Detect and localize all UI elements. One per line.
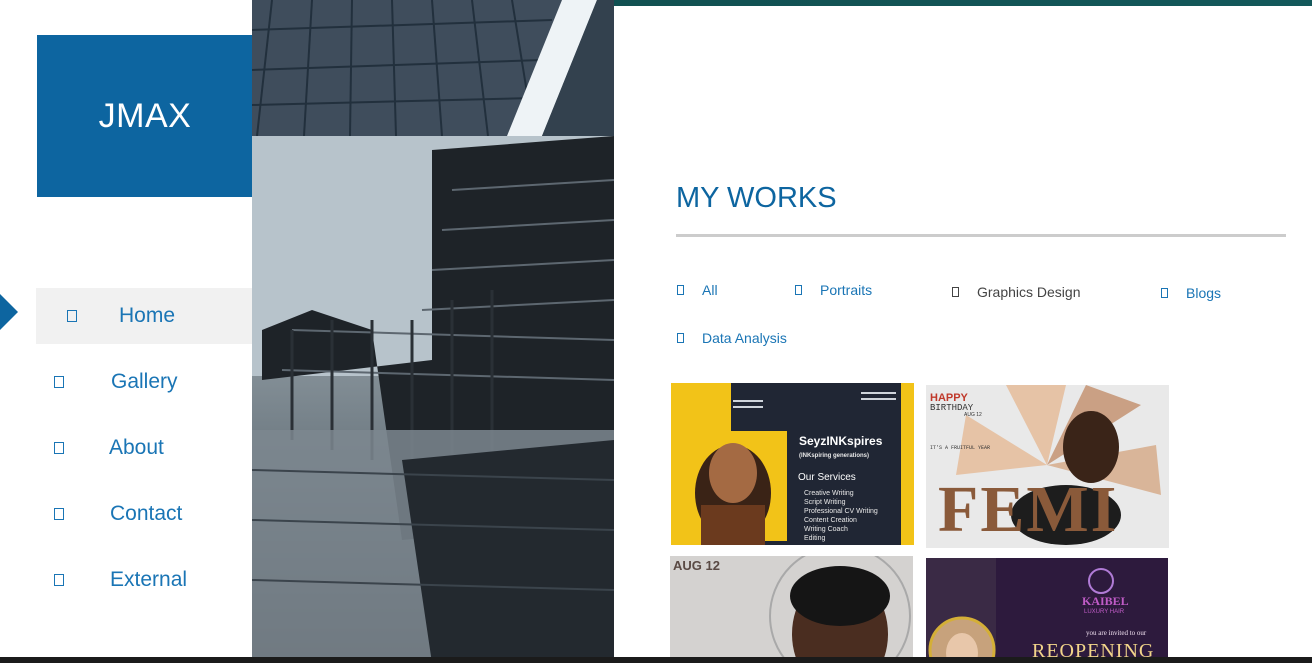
gallery-tile-seyzinkspires[interactable]: SeyzINKspires (INKspiring generations) O… — [671, 383, 914, 545]
page-title: MY WORKS — [676, 182, 837, 214]
nav-item-label: Contact — [110, 502, 183, 525]
filter-portraits[interactable]: Portraits — [795, 282, 872, 298]
nav-item-label: Gallery — [111, 370, 178, 393]
tile4-brand: KAIBEL — [1082, 594, 1129, 608]
bottom-strip — [0, 657, 1312, 663]
tile1-services-list: Creative Writing Script Writing Professi… — [804, 489, 878, 543]
service-item: Professional CV Writing — [804, 508, 878, 515]
gallery-icon — [54, 376, 64, 388]
filter-graphics-design[interactable]: Graphics Design — [952, 284, 1081, 300]
tile4-sub: LUXURY HAIR — [1084, 609, 1125, 615]
active-indicator-arrow — [0, 294, 18, 330]
nav-item-home[interactable]: Home — [36, 288, 252, 344]
nav-item-label: About — [109, 436, 164, 459]
title-divider — [676, 234, 1286, 237]
gallery-tile-portrait[interactable]: AUG 12 — [670, 556, 913, 663]
gallery-tile-kaibel[interactable]: KAIBEL LUXURY HAIR you are invited to ou… — [926, 558, 1168, 663]
filter-blogs[interactable]: Blogs — [1161, 285, 1221, 301]
about-icon — [54, 442, 64, 454]
service-item: Writing Coach — [804, 526, 848, 533]
gallery-tile-happy-birthday[interactable]: HAPPY BIRTHDAY AUG 12 IT'S A FRUITFUL YE… — [926, 385, 1169, 548]
logo[interactable]: JMAX — [37, 35, 253, 197]
hero-architecture-graphic — [252, 0, 614, 663]
filter-portraits-icon — [795, 285, 802, 295]
hero-image — [252, 0, 614, 663]
tile2-tagline: IT'S A FRUITFUL YEAR — [930, 445, 991, 451]
tile2-date: AUG 12 — [964, 412, 982, 418]
nav-item-label: Home — [119, 304, 176, 327]
service-item: Editing — [804, 535, 826, 542]
filter-data-analysis[interactable]: Data Analysis — [677, 330, 787, 346]
filter-label: Blogs — [1186, 285, 1222, 301]
tile2-name: FEMI — [938, 473, 1119, 546]
filter-label: Graphics Design — [977, 284, 1081, 300]
external-icon — [54, 574, 64, 586]
filter-all-icon — [677, 285, 684, 295]
logo-text: JMAX — [98, 96, 192, 135]
nav-item-label: External — [110, 568, 188, 591]
nav-item-about[interactable]: About — [36, 420, 252, 476]
filter-label: All — [702, 282, 718, 298]
tile4-invite: you are invited to our — [1086, 629, 1147, 637]
tile1-services-title: Our Services — [798, 472, 856, 483]
nav-item-contact[interactable]: Contact — [36, 486, 252, 542]
sidebar: JMAX Home Gallery About Contact External — [0, 0, 253, 663]
service-item: Content Creation — [804, 517, 857, 524]
tile1-heading: SeyzINKspires — [799, 434, 883, 448]
tile3-date: AUG 12 — [673, 558, 720, 573]
home-icon — [67, 310, 77, 322]
filter-data-analysis-icon — [677, 333, 684, 343]
filter-blogs-icon — [1161, 288, 1168, 298]
service-item: Script Writing — [804, 499, 846, 506]
filter-label: Portraits — [820, 282, 873, 298]
contact-icon — [54, 508, 64, 520]
filter-all[interactable]: All — [677, 282, 718, 298]
filter-graphics-icon — [952, 287, 959, 297]
service-item: Creative Writing — [804, 490, 854, 497]
tile1-subheading: (INKspiring generations) — [799, 453, 870, 459]
nav-item-gallery[interactable]: Gallery — [36, 354, 252, 410]
filter-label: Data Analysis — [702, 330, 787, 346]
nav-item-external[interactable]: External — [36, 552, 252, 608]
